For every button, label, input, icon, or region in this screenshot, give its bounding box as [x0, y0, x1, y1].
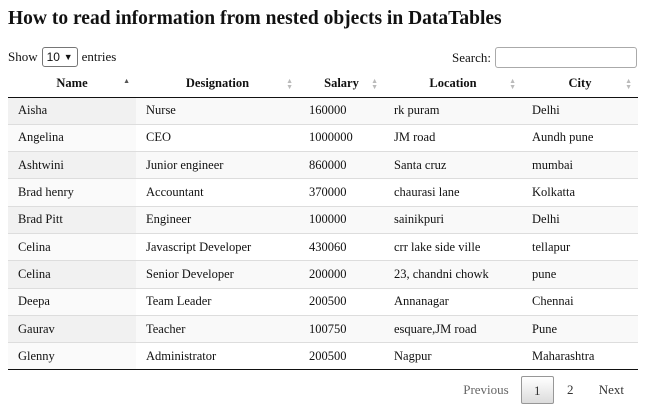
cell-location: esquare,JM road: [384, 314, 522, 343]
chevron-down-icon: ▼: [63, 52, 73, 62]
entries-select[interactable]: 10 ▼: [41, 47, 78, 67]
cell-name: Brad Pitt: [8, 205, 136, 234]
cell-city: Kolkatta: [522, 178, 638, 207]
cell-location: 23, chandni chowk: [384, 260, 522, 289]
cell-salary: 1000000: [299, 123, 384, 152]
cell-city: Maharashtra: [522, 342, 638, 371]
cell-city: pune: [522, 260, 638, 289]
cell-city: Pune: [522, 314, 638, 343]
column-header-label: Salary: [324, 75, 359, 90]
cell-designation: Accountant: [136, 178, 299, 207]
cell-designation: Teacher: [136, 314, 299, 343]
table-row: Celina Javascript Developer 430060 crr lake…: [8, 232, 638, 261]
column-header-salary[interactable]: Salary ▲ ▼: [299, 70, 384, 98]
next-page-button[interactable]: Next: [587, 376, 636, 404]
cell-city: Delhi: [522, 97, 638, 125]
cell-designation: Engineer: [136, 205, 299, 234]
cell-name: Celina: [8, 260, 136, 289]
cell-city: tellapur: [522, 232, 638, 261]
column-header-designation[interactable]: Designation ▲ ▼: [136, 70, 299, 98]
cell-name: Angelina: [8, 123, 136, 152]
cell-location: JM road: [384, 123, 522, 152]
length-prefix: Show: [8, 49, 38, 64]
column-header-label: Location: [429, 75, 477, 90]
table-row: Angelina CEO 1000000 JM road Aundh pune: [8, 123, 638, 152]
cell-salary: 200500: [299, 342, 384, 371]
cell-designation: Senior Developer: [136, 260, 299, 289]
table-row: Celina Senior Developer 200000 23, chandni …: [8, 260, 638, 289]
sort-both-icon: ▲ ▼: [371, 77, 378, 91]
data-table: Name▲▼Designation▲▼Salary▲▼Location▲▼Cit…: [8, 70, 638, 371]
cell-salary: 200500: [299, 287, 384, 316]
column-header-label: Name: [56, 75, 88, 90]
column-header-city[interactable]: City ▲ ▼: [522, 70, 638, 98]
table-header-row: Name▲▼Designation▲▼Salary▲▼Location▲▼Cit…: [8, 70, 638, 98]
cell-salary: 370000: [299, 178, 384, 207]
search-filter: Search:: [452, 47, 637, 68]
cell-designation: Junior engineer: [136, 151, 299, 179]
cell-location: chaurasi lane: [384, 178, 522, 207]
table-row: Aisha Nurse 160000 rk puram Delhi: [8, 97, 638, 125]
cell-name: Aisha: [8, 97, 136, 125]
cell-designation: Administrator: [136, 342, 299, 371]
cell-name: Brad henry: [8, 178, 136, 207]
cell-location: Annanagar: [384, 287, 522, 316]
sort-ascending-icon: ▲▼: [123, 77, 130, 85]
cell-name: Gaurav: [8, 314, 136, 343]
cell-city: mumbai: [522, 151, 638, 179]
cell-city: Delhi: [522, 205, 638, 234]
cell-name: Glenny: [8, 342, 136, 371]
column-header-label: Designation: [185, 75, 250, 90]
column-header-label: City: [568, 75, 592, 90]
column-header-location[interactable]: Location ▲ ▼: [384, 70, 522, 98]
cell-city: Aundh pune: [522, 123, 638, 152]
search-input[interactable]: [495, 47, 637, 68]
table-row: Brad Pitt Engineer 100000 sainikpuri Delhi: [8, 205, 638, 234]
cell-name: Ashtwini: [8, 151, 136, 179]
cell-location: sainikpuri: [384, 205, 522, 234]
length-menu: Show 10 ▼ entries: [8, 47, 116, 67]
cell-location: Nagpur: [384, 342, 522, 371]
sort-both-icon: ▲ ▼: [625, 77, 632, 91]
cell-location: crr lake side ville: [384, 232, 522, 261]
cell-location: Santa cruz: [384, 151, 522, 179]
cell-designation: CEO: [136, 123, 299, 152]
sort-both-icon: ▲ ▼: [286, 77, 293, 91]
table-row: Deepa Team Leader 200500 Annanagar Chennai: [8, 287, 638, 316]
cell-salary: 100000: [299, 205, 384, 234]
cell-salary: 430060: [299, 232, 384, 261]
cell-salary: 100750: [299, 314, 384, 343]
cell-salary: 860000: [299, 151, 384, 179]
table-row: Ashtwini Junior engineer 860000 Santa cruz m…: [8, 151, 638, 179]
table-row: Brad henry Accountant 370000 chaurasi lane K…: [8, 178, 638, 207]
cell-designation: Nurse: [136, 97, 299, 125]
cell-name: Deepa: [8, 287, 136, 316]
cell-salary: 160000: [299, 97, 384, 125]
table-row: Glenny Administrator 200500 Nagpur Maharasht…: [8, 342, 638, 371]
page-2-button[interactable]: 2: [554, 376, 587, 404]
cell-salary: 200000: [299, 260, 384, 289]
length-suffix: entries: [81, 49, 117, 64]
cell-designation: Javascript Developer: [136, 232, 299, 261]
page-1-button[interactable]: 1: [520, 376, 554, 404]
search-label: Search:: [452, 49, 491, 65]
entries-select-value: 10: [46, 50, 60, 64]
cell-designation: Team Leader: [136, 287, 299, 316]
cell-city: Chennai: [522, 287, 638, 316]
previous-page-button[interactable]: Previous: [451, 376, 521, 404]
page-title: How to read information from nested obje…: [8, 8, 502, 29]
table-body: Aisha Nurse 160000 rk puram Delhi Angelina CEO…: [8, 97, 638, 371]
pagination: Previous 1 2 Next: [451, 376, 636, 404]
column-header-name[interactable]: Name ▲▼: [8, 70, 136, 98]
table-row: Gaurav Teacher 100750 esquare,JM road Pune: [8, 314, 638, 343]
cell-location: rk puram: [384, 97, 522, 125]
sort-both-icon: ▲ ▼: [509, 77, 516, 91]
cell-name: Celina: [8, 232, 136, 261]
